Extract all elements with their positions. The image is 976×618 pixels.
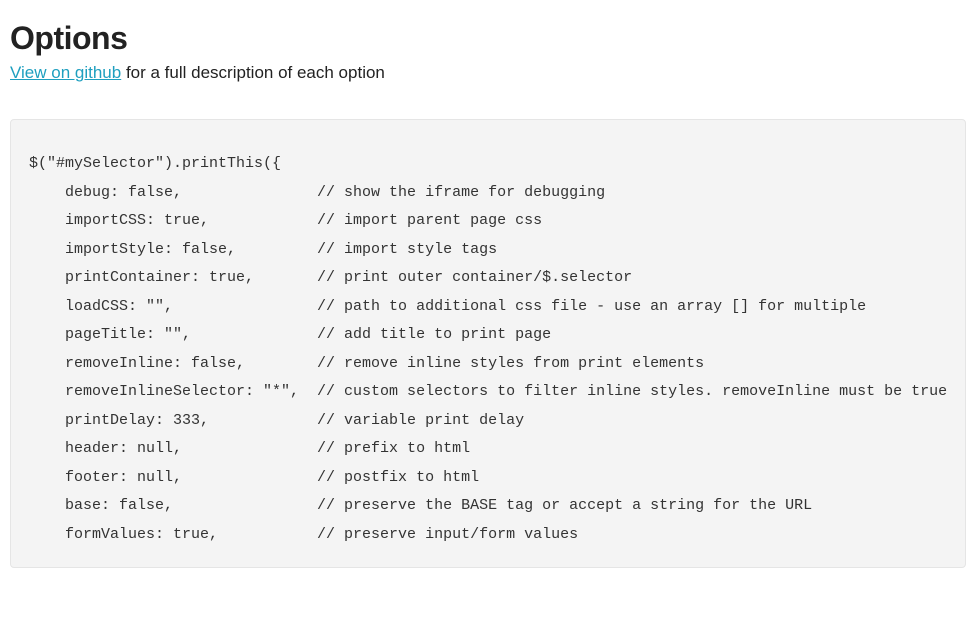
code-block: $("#mySelector").printThis({ debug: fals… [10, 119, 966, 568]
subtitle-tail: for a full description of each option [121, 63, 385, 82]
section-heading: Options [10, 20, 966, 57]
section-subtitle: View on github for a full description of… [10, 63, 966, 83]
github-link[interactable]: View on github [10, 63, 121, 82]
